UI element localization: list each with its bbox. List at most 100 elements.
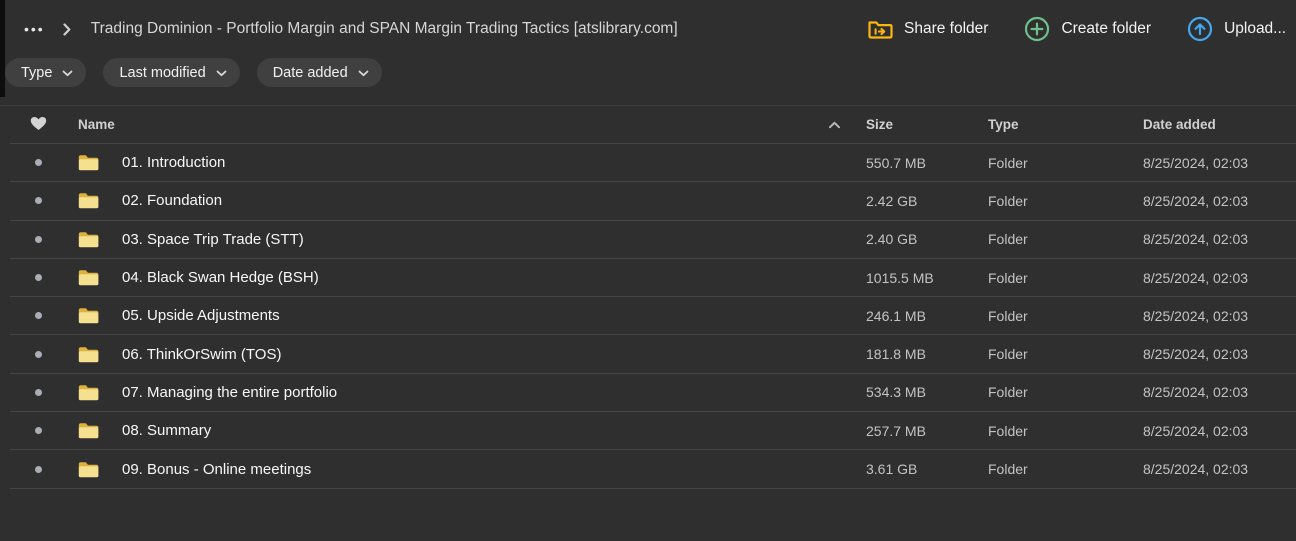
column-header-date-added[interactable]: Date added bbox=[1143, 117, 1296, 132]
filter-date-added[interactable]: Date added bbox=[256, 58, 382, 87]
chevron-down-icon bbox=[216, 65, 227, 81]
file-name-label: 04. Black Swan Hedge (BSH) bbox=[122, 269, 319, 287]
file-name-label: 05. Upside Adjustments bbox=[122, 307, 280, 325]
chevron-down-icon bbox=[358, 65, 369, 81]
favorite-dot[interactable] bbox=[34, 427, 42, 435]
favorite-cell bbox=[10, 159, 66, 167]
file-type: Folder bbox=[988, 231, 1028, 248]
file-name-cell[interactable]: 09. Bonus - Online meetings bbox=[66, 461, 866, 478]
file-type: Folder bbox=[988, 461, 1028, 478]
create-folder-icon bbox=[1024, 16, 1050, 42]
favorite-dot[interactable] bbox=[34, 312, 42, 320]
table-row[interactable]: 02. Foundation 2.42 GB Folder 8/25/2024,… bbox=[10, 182, 1296, 221]
column-header-name[interactable]: Name bbox=[66, 117, 866, 132]
file-date-added: 8/25/2024, 02:03 bbox=[1143, 231, 1249, 248]
file-name-cell[interactable]: 01. Introduction bbox=[66, 154, 866, 171]
file-size: 534.3 MB bbox=[866, 384, 926, 401]
file-date-added: 8/25/2024, 02:03 bbox=[1143, 346, 1249, 363]
file-type: Folder bbox=[988, 154, 1028, 171]
file-table: Name Size Type Date added 01. Introducti… bbox=[0, 105, 1296, 489]
filter-type-label: Type bbox=[21, 64, 53, 81]
table-row[interactable]: 03. Space Trip Trade (STT) 2.40 GB Folde… bbox=[10, 221, 1296, 259]
toolbar: Share folder Create folder Upload... bbox=[868, 0, 1286, 58]
folder-icon bbox=[78, 192, 99, 209]
file-size: 3.61 GB bbox=[866, 461, 918, 478]
favorite-cell bbox=[10, 427, 66, 435]
favorite-dot[interactable] bbox=[34, 235, 42, 243]
file-name-cell[interactable]: 08. Summary bbox=[66, 422, 866, 439]
favorite-cell bbox=[10, 312, 66, 320]
file-name-label: 08. Summary bbox=[122, 422, 212, 440]
table-row[interactable]: 07. Managing the entire portfolio 534.3 … bbox=[10, 374, 1296, 413]
favorite-dot[interactable] bbox=[34, 465, 42, 473]
favorite-dot[interactable] bbox=[34, 197, 42, 205]
file-name-cell[interactable]: 02. Foundation bbox=[66, 192, 866, 209]
table-header: Name Size Type Date added bbox=[10, 106, 1296, 144]
favorite-dot[interactable] bbox=[34, 350, 42, 358]
file-date-added: 8/25/2024, 02:03 bbox=[1143, 461, 1249, 478]
file-name-label: 03. Space Trip Trade (STT) bbox=[122, 230, 304, 248]
favorite-cell bbox=[10, 350, 66, 358]
folder-icon bbox=[78, 461, 99, 478]
filter-last-modified[interactable]: Last modified bbox=[103, 58, 240, 87]
file-name-cell[interactable]: 03. Space Trip Trade (STT) bbox=[66, 231, 866, 248]
table-row[interactable]: 01. Introduction 550.7 MB Folder 8/25/20… bbox=[10, 144, 1296, 183]
file-type: Folder bbox=[988, 346, 1028, 363]
file-type: Folder bbox=[988, 384, 1028, 401]
table-row[interactable]: 08. Summary 257.7 MB Folder 8/25/2024, 0… bbox=[10, 412, 1296, 451]
create-folder-label: Create folder bbox=[1061, 20, 1152, 37]
upload-icon bbox=[1187, 16, 1213, 42]
create-folder-button[interactable]: Create folder bbox=[1024, 16, 1151, 42]
file-name-label: 09. Bonus - Online meetings bbox=[122, 460, 312, 478]
favorite-cell bbox=[10, 388, 66, 396]
filter-bar: Type Last modified Date added bbox=[0, 58, 1296, 88]
folder-icon bbox=[78, 231, 99, 248]
file-name-cell[interactable]: 04. Black Swan Hedge (BSH) bbox=[66, 269, 866, 286]
favorite-cell bbox=[10, 235, 66, 243]
share-folder-button[interactable]: Share folder bbox=[868, 19, 988, 40]
chevron-up-icon[interactable] bbox=[828, 121, 841, 129]
column-header-name-label: Name bbox=[78, 117, 115, 132]
file-type: Folder bbox=[988, 269, 1028, 286]
file-size: 550.7 MB bbox=[866, 154, 926, 171]
column-header-size[interactable]: Size bbox=[866, 117, 988, 132]
chevron-right-icon bbox=[63, 22, 71, 36]
file-name-label: 01. Introduction bbox=[122, 154, 226, 172]
file-name-cell[interactable]: 05. Upside Adjustments bbox=[66, 307, 866, 324]
folder-icon bbox=[78, 422, 99, 439]
favorite-dot[interactable] bbox=[34, 274, 42, 282]
folder-icon bbox=[78, 346, 99, 363]
heart-icon bbox=[30, 116, 47, 134]
file-name-label: 06. ThinkOrSwim (TOS) bbox=[122, 345, 282, 363]
share-folder-label: Share folder bbox=[904, 20, 989, 37]
favorite-cell bbox=[10, 197, 66, 205]
table-row[interactable]: 09. Bonus - Online meetings 3.61 GB Fold… bbox=[10, 450, 1296, 489]
file-type: Folder bbox=[988, 192, 1028, 209]
file-name-cell[interactable]: 07. Managing the entire portfolio bbox=[66, 384, 866, 401]
file-date-added: 8/25/2024, 02:03 bbox=[1143, 269, 1249, 286]
favorite-dot[interactable] bbox=[34, 159, 42, 167]
window-edge bbox=[0, 0, 5, 97]
folder-icon bbox=[78, 384, 99, 401]
file-size: 181.8 MB bbox=[866, 346, 926, 363]
file-type: Folder bbox=[988, 307, 1028, 324]
table-row[interactable]: 05. Upside Adjustments 246.1 MB Folder 8… bbox=[10, 297, 1296, 336]
file-date-added: 8/25/2024, 02:03 bbox=[1143, 154, 1249, 171]
table-body: 01. Introduction 550.7 MB Folder 8/25/20… bbox=[0, 144, 1296, 489]
file-name-label: 02. Foundation bbox=[122, 192, 223, 210]
favorite-dot[interactable] bbox=[34, 388, 42, 396]
file-size: 1015.5 MB bbox=[866, 269, 934, 286]
more-options-button[interactable]: ••• bbox=[22, 18, 47, 40]
filter-type[interactable]: Type bbox=[5, 58, 87, 87]
column-header-type[interactable]: Type bbox=[988, 117, 1143, 132]
column-header-favorite[interactable] bbox=[10, 116, 66, 134]
file-name-cell[interactable]: 06. ThinkOrSwim (TOS) bbox=[66, 346, 866, 363]
upload-button[interactable]: Upload... bbox=[1187, 16, 1286, 42]
filter-last-modified-label: Last modified bbox=[119, 64, 206, 81]
filter-date-added-label: Date added bbox=[272, 64, 348, 81]
file-size: 2.42 GB bbox=[866, 192, 918, 209]
breadcrumb-folder-title[interactable]: Trading Dominion - Portfolio Margin and … bbox=[91, 20, 678, 38]
table-row[interactable]: 06. ThinkOrSwim (TOS) 181.8 MB Folder 8/… bbox=[10, 335, 1296, 374]
chevron-down-icon bbox=[62, 65, 73, 81]
table-row[interactable]: 04. Black Swan Hedge (BSH) 1015.5 MB Fol… bbox=[10, 259, 1296, 298]
